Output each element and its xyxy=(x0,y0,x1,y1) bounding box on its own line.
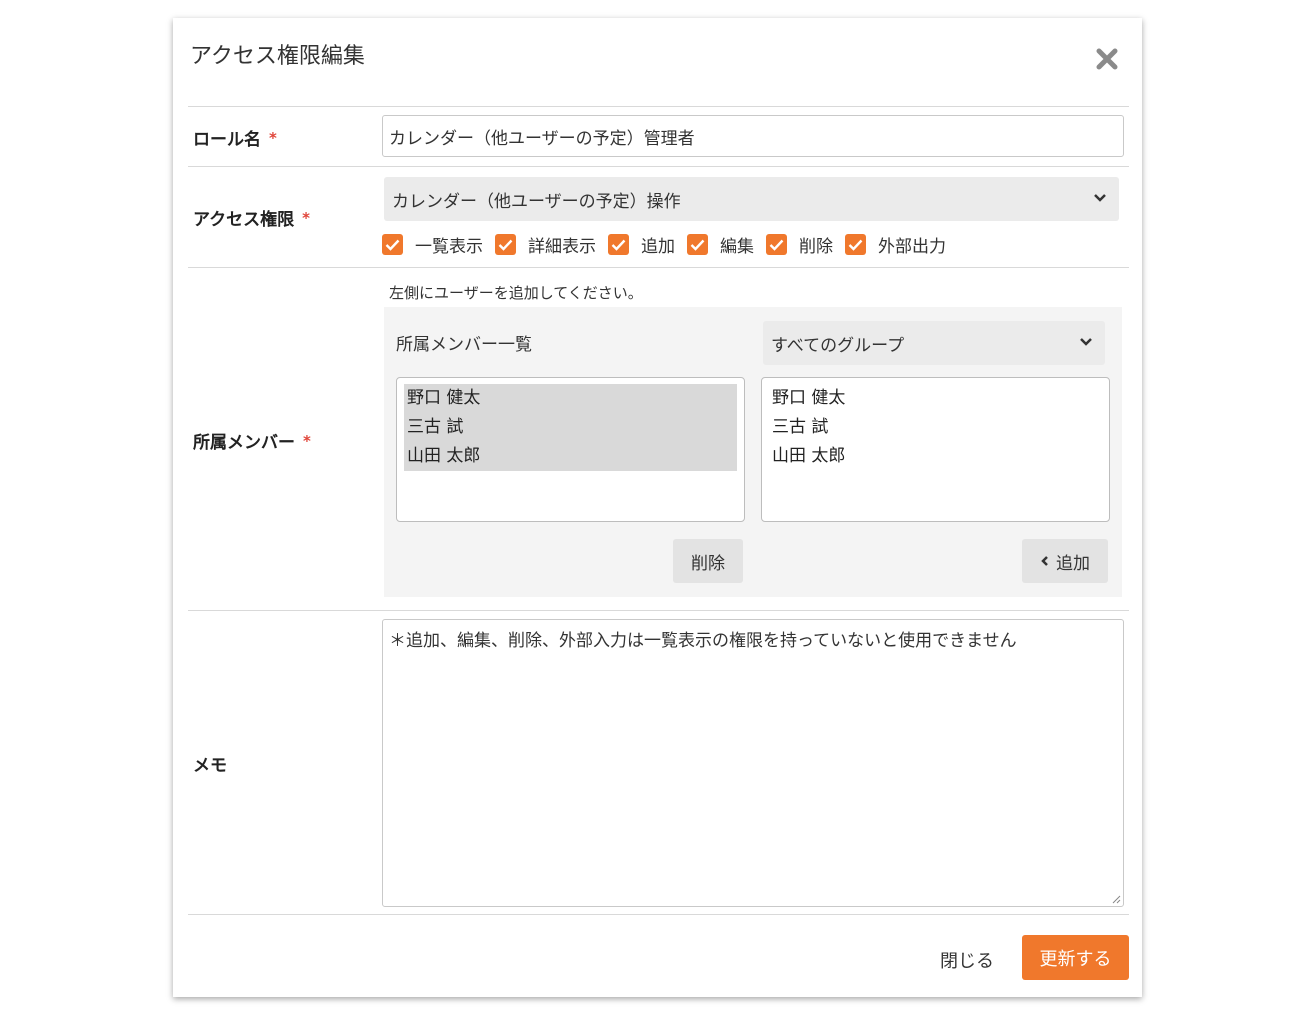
checkbox-checked-icon[interactable] xyxy=(495,234,516,255)
close-link[interactable]: 閉じる xyxy=(940,947,994,973)
list-item[interactable]: 三古 試 xyxy=(769,413,1102,442)
permission-check-item[interactable]: 外部出力 xyxy=(845,232,946,257)
divider xyxy=(188,166,1129,167)
list-item[interactable]: 三古 試 xyxy=(404,413,737,442)
memo-textarea[interactable]: ＊追加、編集、削除、外部入力は一覧表示の権限を持っていないと使用できません xyxy=(382,619,1124,907)
divider xyxy=(188,914,1129,915)
permission-checks: 一覧表示 詳細表示 追加 編集 削除 外部出力 xyxy=(382,232,958,257)
group-select[interactable]: すべてのグループ xyxy=(763,321,1105,365)
role-name-input[interactable] xyxy=(382,115,1124,157)
divider xyxy=(188,610,1129,611)
permission-check-item[interactable]: 詳細表示 xyxy=(495,232,596,257)
required-mark: * xyxy=(269,129,277,147)
available-members-list[interactable]: 野口 健太 三古 試山田 太郎 xyxy=(761,377,1110,522)
checkbox-checked-icon[interactable] xyxy=(845,234,866,255)
assigned-members-list[interactable]: 野口 健太 三古 試山田 太郎 xyxy=(396,377,745,522)
close-icon[interactable] xyxy=(1092,44,1122,74)
add-member-button[interactable]: 追加 xyxy=(1022,539,1108,583)
permission-check-label: 一覧表示 xyxy=(415,237,483,257)
remove-member-button[interactable]: 削除 xyxy=(673,539,743,583)
checkbox-checked-icon[interactable] xyxy=(382,234,403,255)
modal-title: アクセス権限編集 xyxy=(190,44,365,69)
checkbox-checked-icon[interactable] xyxy=(608,234,629,255)
access-select-value: カレンダー（他ユーザーの予定）操作 xyxy=(392,191,681,212)
chevron-down-icon xyxy=(1080,338,1092,346)
members-hint: 左側にユーザーを追加してください。 xyxy=(389,284,643,302)
divider xyxy=(188,106,1129,107)
list-item[interactable]: 野口 健太 xyxy=(769,384,1102,413)
permission-check-item[interactable]: 追加 xyxy=(608,232,675,257)
role-name-label: ロール名 * xyxy=(193,129,277,150)
list-item[interactable]: 山田 太郎 xyxy=(769,442,1102,471)
permission-check-item[interactable]: 一覧表示 xyxy=(382,232,483,257)
permission-check-label: 外部出力 xyxy=(878,237,946,257)
permission-check-item[interactable]: 削除 xyxy=(766,232,833,257)
list-item[interactable]: 野口 健太 xyxy=(404,384,737,413)
list-item[interactable]: 山田 太郎 xyxy=(404,442,737,471)
access-edit-modal: アクセス権限編集 ロール名* アクセス権限* カレンダー（他ユーザーの予定）操作… xyxy=(173,18,1142,997)
remove-member-label: 削除 xyxy=(691,553,725,574)
chevron-down-icon xyxy=(1094,194,1106,202)
required-mark: * xyxy=(303,432,311,450)
add-member-label: 追加 xyxy=(1056,553,1090,574)
members-panel: 所属メンバー一覧 すべてのグループ 野口 健太 三古 試山田 太郎 野口 健太 三古… xyxy=(384,307,1122,597)
permission-check-label: 詳細表示 xyxy=(528,237,596,257)
members-panel-title: 所属メンバー一覧 xyxy=(396,335,532,355)
memo-label: メモ xyxy=(193,756,227,776)
permission-check-label: 削除 xyxy=(799,237,833,257)
required-mark: * xyxy=(302,209,311,227)
access-select[interactable]: カレンダー（他ユーザーの予定）操作 xyxy=(384,177,1119,221)
permission-check-label: 編集 xyxy=(720,237,754,257)
group-select-value: すべてのグループ xyxy=(771,335,905,356)
permission-check-label: 追加 xyxy=(641,237,675,257)
checkbox-checked-icon[interactable] xyxy=(766,234,787,255)
members-label: 所属メンバー * xyxy=(193,432,311,453)
divider xyxy=(188,267,1129,268)
permission-check-item[interactable]: 編集 xyxy=(687,232,754,257)
checkbox-checked-icon[interactable] xyxy=(687,234,708,255)
access-label: アクセス権限 * xyxy=(193,209,311,230)
update-button[interactable]: 更新する xyxy=(1022,935,1129,980)
memo-text: ＊追加、編集、削除、外部入力は一覧表示の権限を持っていないと使用できません xyxy=(389,631,1017,651)
chevron-left-icon xyxy=(1041,556,1048,566)
resize-grip-icon[interactable] xyxy=(1111,894,1121,904)
